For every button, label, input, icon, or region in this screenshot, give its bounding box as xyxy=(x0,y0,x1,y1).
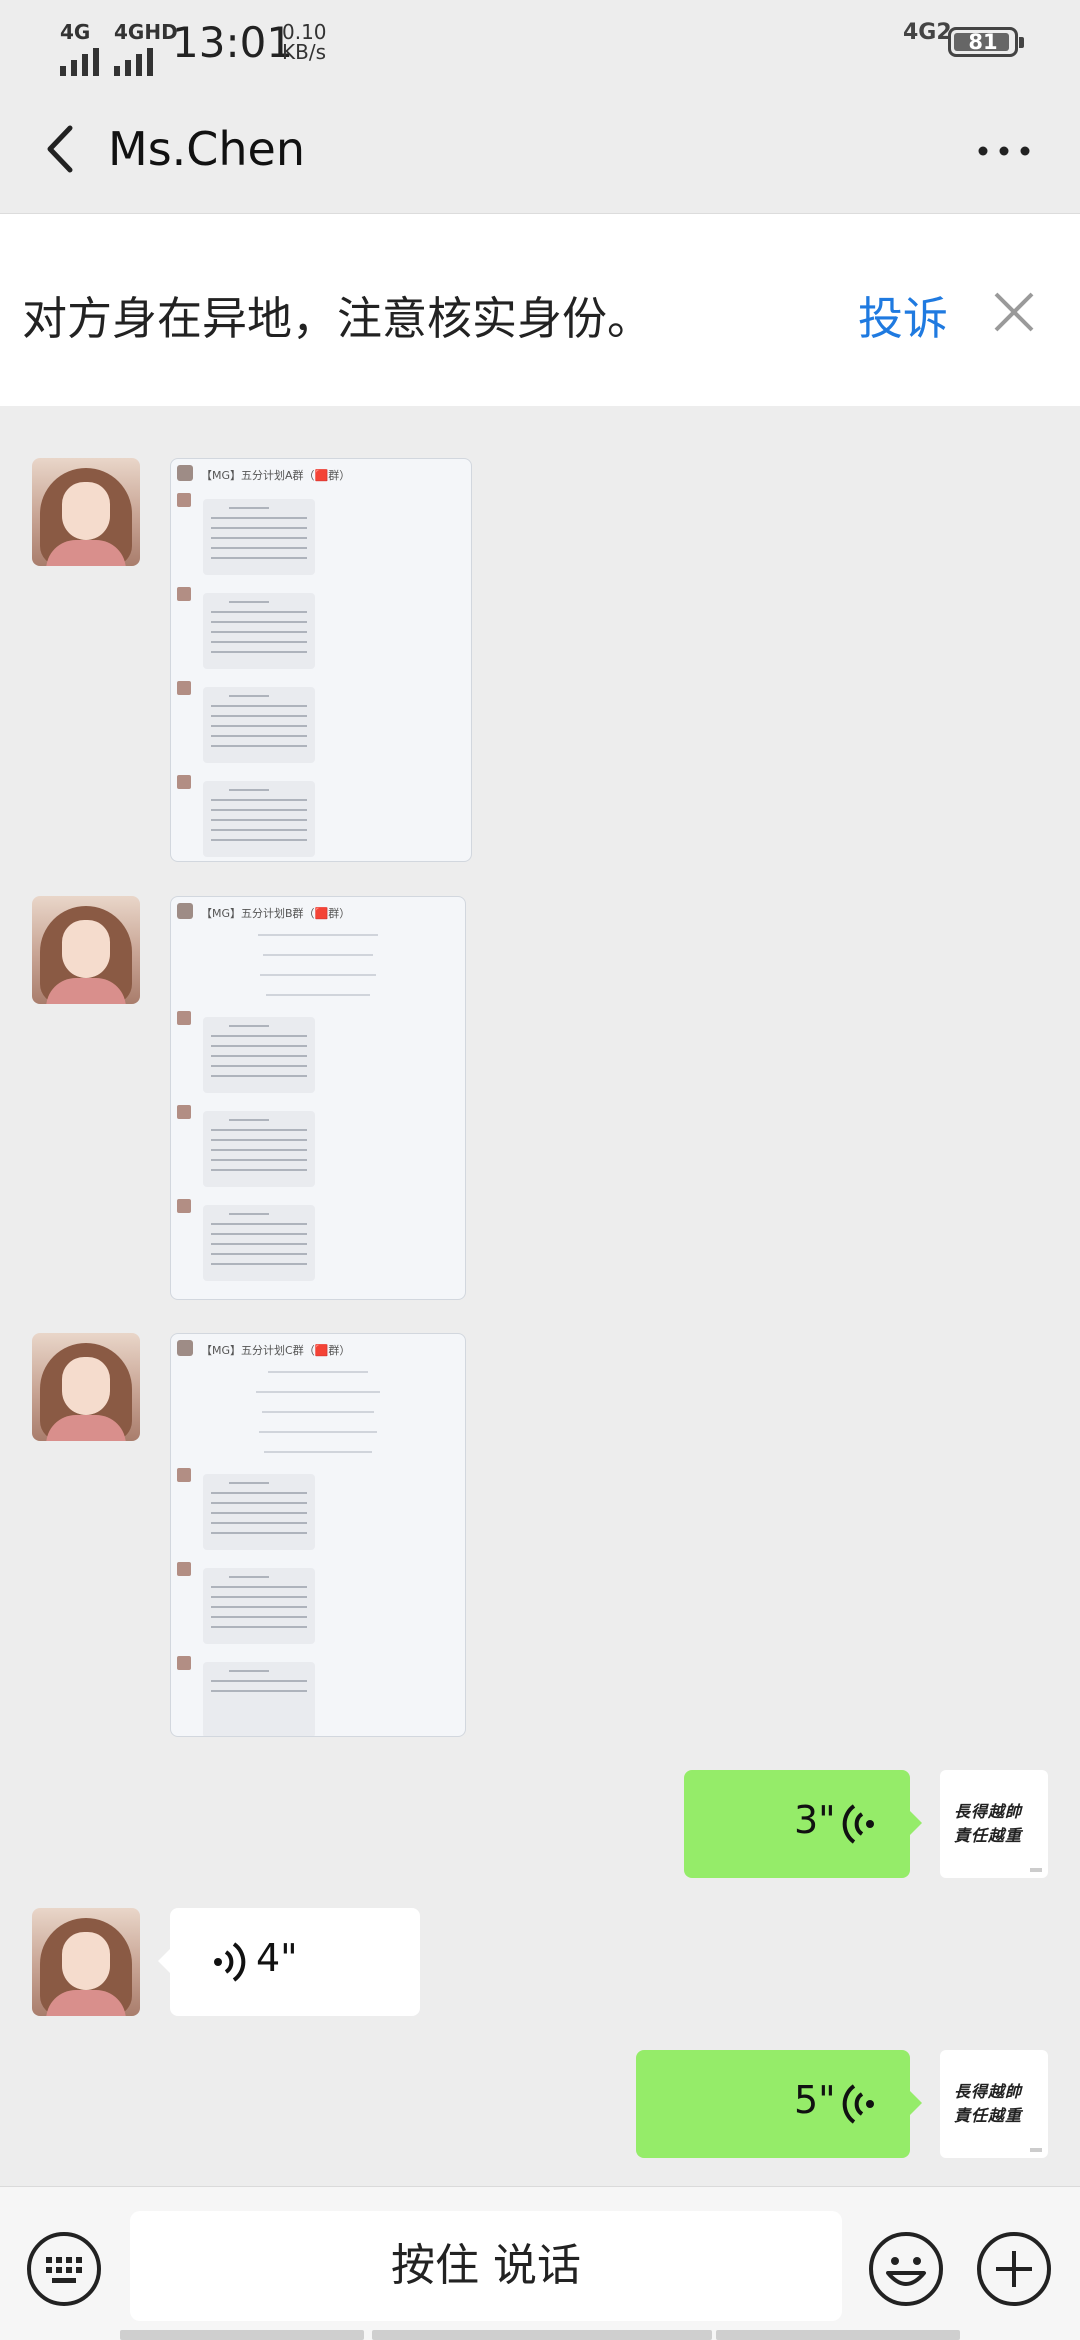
report-link[interactable]: 投诉 xyxy=(858,282,948,347)
chevron-left-icon[interactable] xyxy=(38,124,88,174)
contact-avatar[interactable] xyxy=(32,1908,140,2016)
outgoing-voice-message[interactable]: 5" xyxy=(636,2050,922,2158)
my-avatar[interactable]: 長得越帥 責任越重 xyxy=(940,2050,1048,2158)
input-bar: 按住 说话 xyxy=(0,2186,1080,2340)
plus-icon[interactable] xyxy=(976,2231,1052,2307)
chat-title: Ms.Chen xyxy=(108,122,306,176)
outgoing-voice-message[interactable]: 3" xyxy=(684,1770,922,1878)
incoming-voice-message[interactable]: 4" xyxy=(158,1908,420,2016)
more-dots-icon[interactable] xyxy=(978,146,1030,156)
image-header: 【MG】五分计划A群（🟥群） xyxy=(171,459,471,487)
voice-wave-icon xyxy=(842,1804,874,1844)
status-bar: 4G 4GHD 13:01 0.10 KB/s 4G2 81 xyxy=(0,0,1080,86)
voice-duration: 5" xyxy=(794,2078,836,2122)
image-message[interactable]: 【MG】五分计划A群（🟥群） xyxy=(170,458,472,862)
chat-header: Ms.Chen xyxy=(0,86,1080,214)
navigation-hint xyxy=(0,2326,1080,2340)
battery-icon: 81 xyxy=(948,27,1024,57)
image-header: 【MG】五分计划B群（🟥群） xyxy=(171,897,465,925)
close-icon[interactable] xyxy=(992,290,1036,334)
hold-to-talk-button[interactable]: 按住 说话 xyxy=(130,2211,842,2321)
emoji-icon[interactable] xyxy=(868,2231,944,2307)
contact-avatar[interactable] xyxy=(32,896,140,1004)
image-message[interactable]: 【MG】五分计划C群（🟥群） xyxy=(170,1333,466,1737)
network-type: 4G2 xyxy=(903,20,952,45)
voice-wave-icon xyxy=(214,1942,246,1982)
network-label: 4G xyxy=(60,20,91,44)
voice-duration: 4" xyxy=(256,1936,298,1980)
image-header: 【MG】五分计划C群（🟥群） xyxy=(171,1334,465,1362)
warning-text: 对方身在异地，注意核实身份。 xyxy=(22,292,653,345)
image-message[interactable]: 【MG】五分计划B群（🟥群） xyxy=(170,896,466,1300)
voice-wave-icon xyxy=(842,2084,874,2124)
speed-unit: KB/s xyxy=(282,40,326,64)
chat-screen: { "status_bar": { "signal1": "4G", "sign… xyxy=(0,0,1080,2340)
voice-duration: 3" xyxy=(794,1798,836,1842)
contact-avatar[interactable] xyxy=(32,458,140,566)
battery-level: 81 xyxy=(968,30,998,54)
speed-value: 0.10 xyxy=(282,20,327,44)
network-label: 4GHD xyxy=(114,20,178,44)
clock: 13:01 xyxy=(172,18,294,67)
my-avatar[interactable]: 長得越帥 責任越重 xyxy=(940,1770,1048,1878)
keyboard-icon[interactable] xyxy=(26,2231,102,2307)
contact-avatar[interactable] xyxy=(32,1333,140,1441)
security-warning-banner: 对方身在异地，注意核实身份。 投诉 xyxy=(0,214,1080,406)
network-speed: 0.10 KB/s xyxy=(282,22,327,62)
